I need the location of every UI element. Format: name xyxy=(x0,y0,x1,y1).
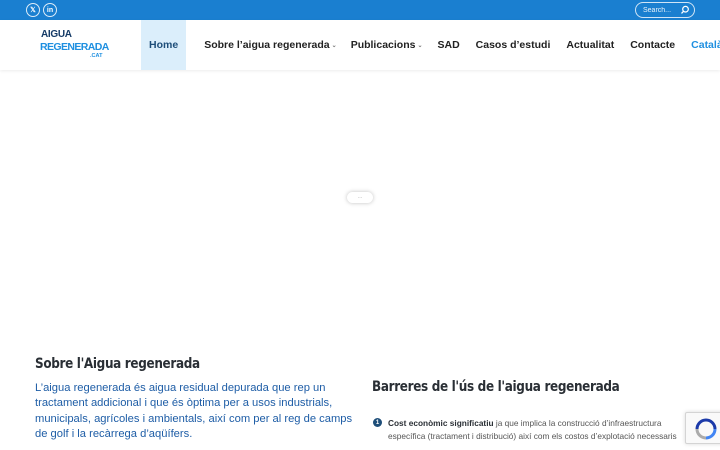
search-box xyxy=(635,2,695,18)
list-number-badge: 1 xyxy=(373,418,382,427)
barrier-item: Cost econòmic significatiu ja que implic… xyxy=(388,417,688,443)
about-text: L’aigua regenerada és aigua residual dep… xyxy=(35,382,353,440)
nav-publications[interactable]: Publicacions ⌄ xyxy=(351,20,423,70)
nav-case-studies[interactable]: Casos d’estudi xyxy=(476,20,551,70)
nav-home[interactable]: Home xyxy=(141,20,187,70)
search-input[interactable] xyxy=(643,4,681,16)
main-nav: Home Sobre l’aigua regenerada ⌄ Publicaci… xyxy=(141,20,720,70)
recaptcha-badge[interactable] xyxy=(685,412,720,444)
site-header: AIGUA REGENERADA .CAT Home Sobre l’aigua… xyxy=(0,20,720,70)
search-icon[interactable] xyxy=(680,5,690,15)
linkedin-icon[interactable]: in xyxy=(43,3,57,17)
logo-line-3: .CAT xyxy=(90,53,103,59)
site-logo[interactable]: AIGUA REGENERADA .CAT xyxy=(38,29,109,63)
chevron-down-icon: ⌄ xyxy=(417,42,423,49)
nav-sad[interactable]: SAD xyxy=(438,20,460,70)
barrier-item-title: Cost econòmic significatiu xyxy=(388,418,494,428)
logo-line-2: REGENERADA xyxy=(40,41,109,53)
logo-line-1: AIGUA xyxy=(41,29,72,40)
top-bar: 𝕏 in xyxy=(0,0,720,20)
nav-language[interactable]: Català⌄ xyxy=(691,20,720,70)
about-heading: Sobre l'Aigua regenerada xyxy=(35,356,200,372)
nav-about-water[interactable]: Sobre l’aigua regenerada ⌄ xyxy=(204,20,337,70)
nav-contact[interactable]: Contacte xyxy=(630,20,675,70)
x-twitter-icon[interactable]: 𝕏 xyxy=(26,3,40,17)
chevron-down-icon: ⌄ xyxy=(331,42,337,49)
recaptcha-icon xyxy=(695,418,717,440)
nav-news[interactable]: Actualitat xyxy=(566,20,614,70)
barriers-heading: Barreres de l'ús de l'aigua regenerada xyxy=(372,379,620,395)
slider-loader: ⋯ xyxy=(347,192,373,203)
